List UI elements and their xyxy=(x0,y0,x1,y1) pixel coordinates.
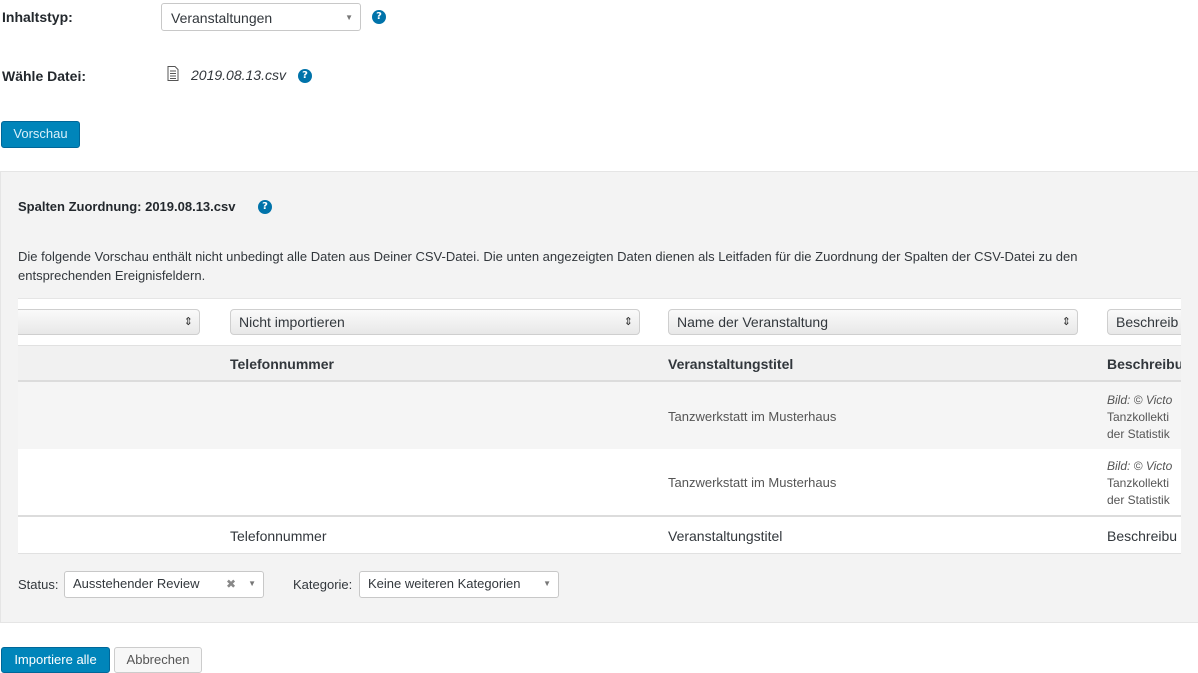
table-row xyxy=(18,449,1181,515)
column-select-1[interactable]: Nicht importieren ⇕ xyxy=(230,309,640,335)
cancel-button[interactable]: Abbrechen xyxy=(114,647,202,673)
help-icon[interactable]: ? xyxy=(258,200,272,214)
updown-arrows-icon: ⇕ xyxy=(183,316,193,328)
description-cell: Bild: © Victo Tanzkollekti der Statistik xyxy=(1107,392,1181,439)
description-line: Tanzkollekti xyxy=(1107,410,1170,424)
table-header xyxy=(18,345,1181,382)
mapping-description: Die folgende Vorschau enthält nicht unbe… xyxy=(18,249,1078,283)
document-icon xyxy=(167,66,179,81)
preview-table: ⇕ Nicht importieren ⇕ Name der Veranstal… xyxy=(18,298,1181,554)
column-select-value: Name der Veranstaltung xyxy=(677,314,828,330)
description-cell: Bild: © Victo Tanzkollekti der Statistik xyxy=(1107,458,1181,505)
category-label: Kategorie: xyxy=(293,577,353,592)
category-value: Keine weiteren Kategorien xyxy=(368,576,521,591)
content-type-label: Inhaltstyp: xyxy=(2,9,73,25)
column-select-0[interactable]: ⇕ xyxy=(18,309,200,335)
title-cell: Tanzwerkstatt im Musterhaus xyxy=(668,475,837,490)
table-row xyxy=(18,382,1181,449)
status-select[interactable]: Ausstehender Review ✖ ▼ xyxy=(64,571,264,598)
mapping-title: Spalten Zuordnung: 2019.08.13.csv xyxy=(18,199,236,214)
description-line: der Statistik xyxy=(1107,493,1170,505)
chevron-down-icon: ▼ xyxy=(345,13,353,22)
description-line: der Statistik xyxy=(1107,427,1170,439)
footer-cell: Telefonnummer xyxy=(230,528,327,544)
chevron-down-icon: ▼ xyxy=(543,579,551,588)
help-icon[interactable]: ? xyxy=(298,69,312,83)
updown-arrows-icon: ⇕ xyxy=(1061,316,1071,328)
content-type-select[interactable]: Veranstaltungen ▼ xyxy=(161,3,361,31)
updown-arrows-icon: ⇕ xyxy=(623,316,633,328)
preview-button[interactable]: Vorschau xyxy=(1,121,80,148)
header-cell: Telefonnummer xyxy=(230,356,334,372)
status-label: Status: xyxy=(18,577,59,592)
table-footer xyxy=(18,515,1181,554)
description-line: Bild: © Victo xyxy=(1107,459,1173,473)
chevron-down-icon: ▼ xyxy=(248,579,256,588)
category-select[interactable]: Keine weiteren Kategorien ▼ xyxy=(359,571,559,598)
description-line: Bild: © Victo xyxy=(1107,393,1173,407)
file-label: Wähle Datei: xyxy=(2,68,87,84)
column-select-value: Beschreib xyxy=(1116,314,1179,330)
column-select-3[interactable]: Beschreib xyxy=(1107,309,1181,335)
status-value: Ausstehender Review xyxy=(73,576,200,591)
title-cell: Tanzwerkstatt im Musterhaus xyxy=(668,409,837,424)
header-cell: Beschreibu xyxy=(1107,356,1181,372)
footer-cell: Veranstaltungstitel xyxy=(668,528,783,544)
column-select-2[interactable]: Name der Veranstaltung ⇕ xyxy=(668,309,1078,335)
footer-cell: Beschreibu xyxy=(1107,528,1178,544)
help-icon[interactable]: ? xyxy=(372,10,386,24)
description-line: Tanzkollekti xyxy=(1107,476,1170,490)
clear-icon[interactable]: ✖ xyxy=(226,572,236,596)
file-name: 2019.08.13.csv xyxy=(191,67,286,83)
content-type-value: Veranstaltungen xyxy=(171,10,273,26)
import-all-button[interactable]: Importiere alle xyxy=(1,647,110,673)
column-select-value: Nicht importieren xyxy=(239,314,345,330)
header-cell: Veranstaltungstitel xyxy=(668,356,794,372)
